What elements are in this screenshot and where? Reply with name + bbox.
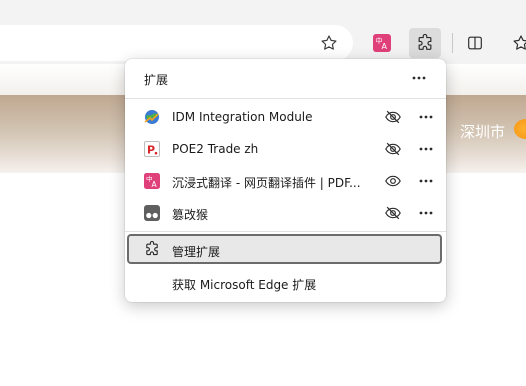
toolbar-separator <box>452 33 453 53</box>
popup-divider-bottom <box>125 231 446 232</box>
eye-slash-icon[interactable] <box>383 139 403 159</box>
extension-more-options-icon[interactable] <box>415 106 437 128</box>
extension-row-tampermonkey[interactable]: 篡改猴 <box>125 197 446 229</box>
idm-globe-icon <box>144 109 160 125</box>
svg-text:A: A <box>382 42 388 51</box>
favorite-star-icon[interactable] <box>313 28 345 58</box>
extensions-puzzle-icon <box>144 240 160 260</box>
immersive-translate-icon: 中A <box>144 173 160 189</box>
extension-row-poe2[interactable]: P POE2 Trade zh <box>125 133 446 165</box>
manage-extensions-button[interactable]: 管理扩展 <box>127 234 442 264</box>
get-edge-extensions-label: 获取 Microsoft Edge 扩展 <box>172 278 317 292</box>
extensions-popup: 扩展 IDM Integration Module P POE2 Trade z… <box>125 59 446 302</box>
svg-text:A: A <box>152 180 158 189</box>
favorites-star-icon[interactable] <box>505 28 526 58</box>
popup-title: 扩展 <box>144 73 169 87</box>
extension-row-immersive-translate[interactable]: 中A 沉浸式翻译 - 网页翻译插件 | PDF... <box>125 165 446 197</box>
extension-row-idm[interactable]: IDM Integration Module <box>125 101 446 133</box>
svg-text:P: P <box>147 144 155 157</box>
get-edge-extensions-link[interactable]: 获取 Microsoft Edge 扩展 <box>125 267 446 299</box>
address-bar[interactable] <box>0 25 353 61</box>
eye-icon[interactable] <box>383 171 403 191</box>
extension-more-options-icon[interactable] <box>415 138 437 160</box>
extension-name: POE2 Trade zh <box>172 142 259 156</box>
extension-more-options-icon[interactable] <box>415 170 437 192</box>
popup-header: 扩展 <box>125 59 446 97</box>
eye-slash-icon[interactable] <box>383 107 403 127</box>
eye-slash-icon[interactable] <box>383 203 403 223</box>
popup-divider-top <box>125 98 446 99</box>
immersive-translate-icon[interactable]: 中A <box>366 28 398 58</box>
split-screen-icon[interactable] <box>459 28 491 58</box>
weather-city-label[interactable]: 深圳市 <box>460 121 505 142</box>
extension-name: IDM Integration Module <box>172 110 313 124</box>
poe2-trade-icon: P <box>144 141 160 157</box>
tampermonkey-icon <box>144 205 160 221</box>
extensions-puzzle-icon[interactable] <box>409 28 441 58</box>
extension-name: 篡改猴 <box>172 208 209 222</box>
browser-toolbar: 中A <box>0 0 526 64</box>
extension-name: 沉浸式翻译 - 网页翻译插件 | PDF... <box>172 176 361 190</box>
popup-more-options-icon[interactable] <box>408 67 430 89</box>
extension-more-options-icon[interactable] <box>415 202 437 224</box>
manage-extensions-label: 管理扩展 <box>172 245 221 259</box>
